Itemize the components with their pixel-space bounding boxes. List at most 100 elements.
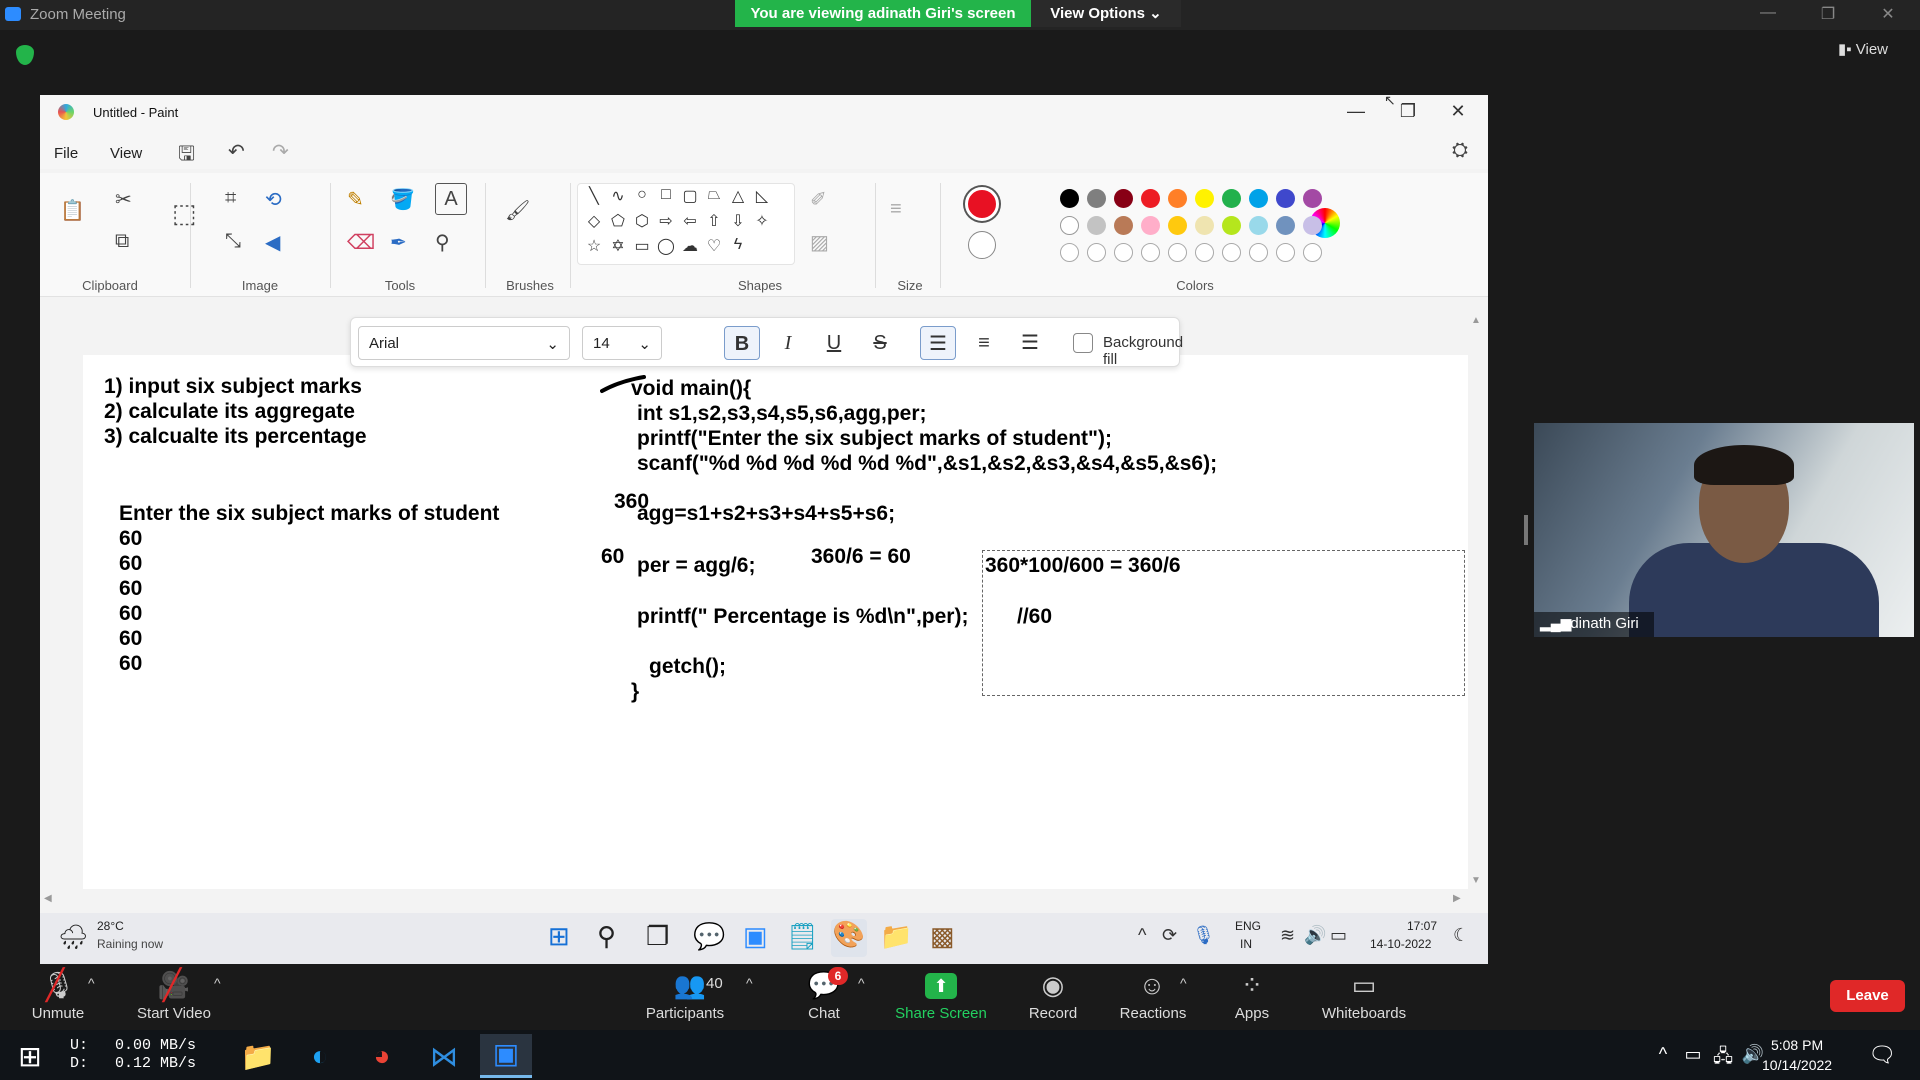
fill-icon[interactable]: 🪣	[390, 187, 415, 212]
color-swatch[interactable]	[1168, 216, 1187, 235]
diamond-shape-icon[interactable]: ◇	[582, 211, 606, 231]
participants-icon[interactable]: 👥	[670, 970, 710, 1001]
up-arrow-shape-icon[interactable]: ⇧	[702, 211, 726, 231]
tray-chevron-icon[interactable]: ^	[1138, 925, 1146, 946]
action-center-icon[interactable]: 🗨	[1862, 1042, 1902, 1068]
secondary-color-swatch[interactable]	[968, 231, 996, 259]
menu-file[interactable]: File	[54, 145, 78, 162]
share-screen-label[interactable]: Share Screen	[890, 1005, 992, 1022]
select-icon[interactable]: ⬚	[172, 198, 197, 229]
magnifier-icon[interactable]: ⚲	[435, 230, 450, 255]
oval-shape-icon[interactable]: ○	[630, 186, 654, 204]
color-swatch[interactable]	[1087, 189, 1106, 208]
rotate-icon[interactable]: ⟲	[265, 187, 282, 212]
align-left-button[interactable]: ☰	[920, 326, 956, 360]
paint-minimize-icon[interactable]: —	[1341, 101, 1371, 122]
lightning-shape-icon[interactable]: ϟ	[726, 236, 750, 254]
notepad-icon[interactable]: 🗒	[786, 921, 819, 952]
color-swatch[interactable]	[1276, 189, 1295, 208]
color-swatch[interactable]	[1141, 216, 1160, 235]
down-arrow-shape-icon[interactable]: ⇩	[726, 211, 750, 231]
view-options-button[interactable]: View Options ⌄	[1031, 0, 1181, 27]
restore-icon[interactable]: ❐	[1813, 4, 1843, 24]
teams-chat-icon[interactable]: 💬	[693, 921, 725, 952]
close-icon[interactable]: ✕	[1873, 4, 1903, 24]
participants-label[interactable]: Participants	[640, 1005, 730, 1022]
left-arrow-shape-icon[interactable]: ⇦	[678, 211, 702, 231]
reactions-chevron-icon[interactable]: ^	[1180, 975, 1187, 991]
pencil-icon[interactable]: ✎	[347, 187, 364, 212]
pentagon-shape-icon[interactable]: ⬠	[606, 211, 630, 231]
edge-icon[interactable]: ◐	[300, 1040, 340, 1072]
file-explorer-icon[interactable]: 📁	[880, 921, 912, 952]
scroll-up-icon[interactable]: ▲	[1471, 315, 1481, 326]
apps-label[interactable]: Apps	[1228, 1005, 1276, 1022]
cut-icon[interactable]: ✂	[115, 187, 132, 212]
leave-button[interactable]: Leave	[1830, 980, 1905, 1012]
color-swatch[interactable]	[1114, 216, 1133, 235]
font-select[interactable]: Arial ⌄	[358, 326, 570, 360]
color-swatch[interactable]	[1303, 189, 1322, 208]
lang-label[interactable]: ENG	[1235, 919, 1261, 933]
six-star-shape-icon[interactable]: ✡	[606, 236, 630, 256]
share-icon[interactable]: ⛭	[1452, 139, 1468, 162]
participant-video[interactable]: ▂▄▆ adinath Giri	[1534, 423, 1914, 637]
callout-rect-shape-icon[interactable]: ▭	[630, 236, 654, 256]
whiteboards-label[interactable]: Whiteboards	[1314, 1005, 1414, 1022]
resize-icon[interactable]: ⤡	[225, 230, 241, 253]
empty-color-slot[interactable]	[1141, 243, 1160, 262]
brush-icon[interactable]: 🖌	[505, 198, 530, 223]
canvas-text-editing[interactable]: 360*100/600 = 360/6	[985, 554, 1181, 578]
app-icon[interactable]: ▩	[930, 921, 955, 952]
size-icon[interactable]: ≡	[890, 198, 902, 221]
audio-options-chevron-icon[interactable]: ^	[88, 975, 95, 991]
search-icon[interactable]: ⚲	[597, 921, 616, 952]
text-tool-icon[interactable]: A	[435, 183, 467, 215]
heart-shape-icon[interactable]: ♡	[702, 236, 726, 256]
triangle-shape-icon[interactable]: △	[726, 186, 750, 206]
callout-oval-shape-icon[interactable]: ◯	[654, 236, 678, 256]
color-swatch[interactable]	[1249, 216, 1268, 235]
save-icon[interactable]: 🖫	[178, 139, 195, 173]
start-video-label[interactable]: Start Video	[130, 1005, 218, 1022]
italic-button[interactable]: I	[770, 326, 806, 360]
scroll-left-icon[interactable]: ◀	[44, 893, 52, 904]
color-swatch[interactable]	[1114, 189, 1133, 208]
empty-color-slot[interactable]	[1087, 243, 1106, 262]
scroll-down-icon[interactable]: ▼	[1471, 875, 1481, 886]
participants-chevron-icon[interactable]: ^	[746, 975, 753, 991]
menu-view[interactable]: View	[110, 145, 142, 162]
file-explorer-icon[interactable]: 📁	[238, 1040, 278, 1073]
color-swatch[interactable]	[1195, 189, 1214, 208]
wifi-icon[interactable]: ≋	[1280, 925, 1295, 946]
apps-icon[interactable]: ⁘	[1236, 970, 1268, 1001]
inner-clock-date[interactable]: 14-10-2022	[1370, 937, 1431, 951]
windows-start-icon[interactable]: ⊞	[548, 921, 570, 952]
vscode-icon[interactable]: ⋈	[424, 1040, 464, 1073]
notification-icon[interactable]: ☾	[1453, 925, 1469, 946]
callout-cloud-shape-icon[interactable]: ☁	[678, 236, 702, 256]
outline-icon[interactable]: ✐	[810, 187, 827, 212]
undo-icon[interactable]: ↶	[228, 139, 245, 164]
polygon-shape-icon[interactable]: ⏢	[702, 186, 726, 204]
shapes-gallery[interactable]: ╲ ∿ ○ □ ▢ ⏢ △ ◺ ◇ ⬠ ⬡ ⇨ ⇦ ⇧ ⇩ ✧ ☆ ✡ ▭ ◯ …	[577, 183, 795, 265]
record-label[interactable]: Record	[1023, 1005, 1083, 1022]
whiteboards-icon[interactable]: ▭	[1348, 970, 1380, 1001]
zoom-taskbar-icon[interactable]: ▣	[480, 1034, 532, 1078]
inner-clock-time[interactable]: 17:07	[1407, 919, 1437, 933]
primary-color-swatch[interactable]	[965, 187, 999, 221]
color-swatch[interactable]	[1249, 189, 1268, 208]
right-triangle-shape-icon[interactable]: ◺	[750, 186, 774, 206]
color-swatch[interactable]	[1087, 216, 1106, 235]
hexagon-shape-icon[interactable]: ⬡	[630, 211, 654, 231]
paint-close-icon[interactable]: ✕	[1443, 101, 1473, 122]
align-center-button[interactable]: ≡	[966, 326, 1002, 360]
mic-muted-icon[interactable]: 🎙 ╱	[42, 969, 75, 1002]
reactions-icon[interactable]: ☺	[1136, 970, 1168, 1001]
mic-icon[interactable]: 🎙	[1192, 925, 1215, 946]
chat-chevron-icon[interactable]: ^	[858, 975, 865, 991]
reactions-label[interactable]: Reactions	[1115, 1005, 1191, 1022]
paint-taskbar-icon[interactable]: 🎨	[831, 919, 867, 957]
right-arrow-shape-icon[interactable]: ⇨	[654, 211, 678, 231]
crop-icon[interactable]: ⌗	[225, 187, 236, 210]
